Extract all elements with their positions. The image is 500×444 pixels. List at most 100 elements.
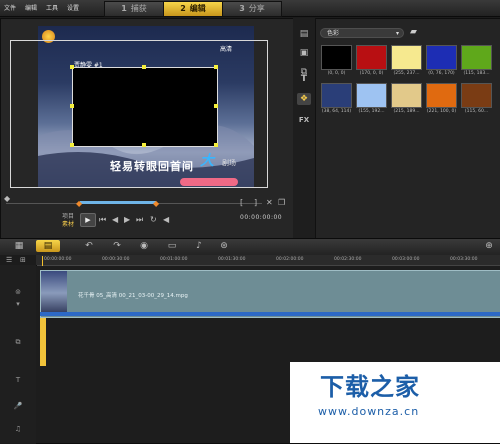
swatch-label: (170, 0, 0)	[359, 71, 384, 76]
ruler-tick-label: 00:01:30:00	[218, 257, 246, 262]
color-swatch[interactable]	[391, 45, 422, 70]
trim-end-handle-icon[interactable]: ◆	[153, 199, 159, 208]
music-track-icon[interactable]: ♫	[6, 425, 30, 433]
prev-frame-icon[interactable]: ◀	[112, 215, 118, 224]
clip-audio-bar	[40, 312, 500, 316]
resize-handle[interactable]	[214, 104, 218, 108]
overlay-track[interactable]	[36, 318, 500, 367]
swatch-label: (255, 237...	[393, 71, 420, 76]
overlay-color-clip[interactable]	[72, 67, 218, 147]
resize-handle[interactable]	[214, 143, 218, 147]
ruler-tick-label: 00:02:00:00	[276, 257, 304, 262]
swatch-label: (115, 183...	[463, 71, 490, 76]
swatch-label: (0, 76, 170)	[428, 71, 455, 76]
instant-project-icon[interactable]: ▣	[297, 47, 311, 59]
zoom-icon[interactable]: ⊕	[480, 240, 498, 252]
voice-track-icon[interactable]: 🎤	[6, 402, 30, 410]
color-swatch[interactable]	[461, 83, 492, 108]
category-label: 色彩	[327, 30, 340, 37]
go-start-icon[interactable]: ⏮	[99, 215, 106, 225]
overlay-clip[interactable]	[40, 318, 46, 366]
step-label: 编辑	[189, 4, 206, 13]
graphic-icon[interactable]: ❖	[297, 93, 311, 105]
watermark-title: 下载之家	[320, 373, 420, 401]
brand-sub: 剧场	[222, 159, 236, 167]
timeline-toolbar	[0, 238, 500, 255]
color-swatch[interactable]	[391, 83, 422, 108]
ruler-tick-label: 00:03:30:00	[450, 257, 478, 262]
filter-icon[interactable]: FX	[297, 114, 311, 126]
mark-out-icon[interactable]: ]	[254, 198, 257, 207]
menu-edit[interactable]: 编辑	[25, 3, 37, 12]
resize-handle[interactable]	[142, 143, 146, 147]
step-edit[interactable]: 2 编辑	[163, 1, 223, 17]
step-label: 捕获	[130, 4, 147, 13]
undo-icon[interactable]: ↶	[80, 240, 98, 252]
swatch-label: (221, 100, 0)	[426, 109, 457, 114]
color-swatch[interactable]	[426, 45, 457, 70]
swatch-label: (215, 189...	[393, 109, 420, 114]
color-swatch[interactable]	[426, 83, 457, 108]
color-swatch[interactable]	[321, 83, 352, 108]
step-label: 分享	[248, 4, 265, 13]
video-track-icon[interactable]: ⊚	[6, 288, 30, 296]
folder-icon[interactable]: ▰	[410, 27, 420, 37]
next-frame-icon[interactable]: ▶	[124, 215, 130, 224]
resize-handle[interactable]	[70, 65, 74, 69]
brand-logo: 大	[200, 153, 214, 169]
chevron-down-icon: ▾	[395, 30, 399, 37]
swatch-label: (38, 64, 114)	[321, 109, 352, 114]
clip-thumbnail	[41, 271, 67, 315]
color-swatch[interactable]	[461, 45, 492, 70]
record-capture-icon[interactable]: ◉	[135, 240, 153, 252]
color-swatch[interactable]	[356, 45, 387, 70]
resize-handle[interactable]	[70, 104, 74, 108]
track-visibility-icon[interactable]: ▾	[6, 300, 30, 308]
clip-mode-label[interactable]: 素材	[62, 219, 74, 228]
trim-range[interactable]	[80, 201, 156, 204]
color-swatch[interactable]	[321, 45, 352, 70]
ruler-tick-label: 00:00:30:00	[102, 257, 130, 262]
play-button[interactable]: ▶	[80, 213, 96, 227]
storyboard-view-icon[interactable]: ▦	[10, 240, 28, 252]
media-icon[interactable]: ▤	[297, 28, 311, 40]
ruler-tick-label: 00:00:00:00	[44, 257, 72, 262]
clip-name: 花千骨 05_高清 00_21_03-00_29_14.mpg	[78, 293, 188, 299]
title-icon[interactable]: T	[297, 73, 311, 85]
menu-tools[interactable]: 工具	[46, 3, 58, 12]
redo-icon[interactable]: ↷	[108, 240, 126, 252]
menu-settings[interactable]: 设置	[67, 3, 79, 12]
timeline-view-icon[interactable]: ▤	[36, 240, 60, 252]
trim-start-handle-icon[interactable]: ◆	[76, 199, 82, 208]
resize-handle[interactable]	[142, 65, 146, 69]
timecode-display[interactable]: 00:00:00:00	[240, 214, 282, 221]
sound-mixer-icon[interactable]: ▭	[163, 240, 181, 252]
split-icon[interactable]: ✕	[266, 198, 273, 207]
swatch-label: (115, 60...	[464, 109, 489, 114]
menu-file[interactable]: 文件	[4, 3, 16, 12]
pink-bar	[180, 178, 238, 186]
motion-track-icon[interactable]: ⊛	[215, 240, 233, 252]
go-end-icon[interactable]: ⏭	[136, 215, 143, 225]
add-marker-icon[interactable]: ⊞	[20, 256, 26, 264]
copy-icon[interactable]: ❐	[278, 198, 285, 207]
library-category-dropdown[interactable]: 色彩 ▾	[320, 28, 404, 38]
auto-music-icon[interactable]: ♪	[190, 240, 208, 252]
step-share[interactable]: 3 分享	[222, 1, 282, 17]
volume-icon[interactable]: ◀	[163, 215, 169, 224]
repeat-icon[interactable]: ↻	[150, 215, 157, 224]
video-subtitle: 轻易转眼回首间	[110, 160, 194, 173]
color-swatch[interactable]	[356, 83, 387, 108]
overlay-track-icon[interactable]: ⧉	[6, 338, 30, 347]
ruler-tick-label: 00:02:30:00	[334, 257, 362, 262]
scrubber-thumb-icon[interactable]: ◆	[4, 194, 10, 203]
mark-in-icon[interactable]: [	[240, 198, 243, 207]
step-number: 2	[180, 4, 186, 13]
resize-handle[interactable]	[214, 65, 218, 69]
title-track-icon[interactable]: T	[6, 376, 30, 384]
swatch-label: (0, 0, 0)	[327, 71, 346, 76]
track-manager-icon[interactable]: ☰	[6, 256, 12, 264]
resize-handle[interactable]	[70, 143, 74, 147]
step-number: 1	[121, 4, 127, 13]
step-capture[interactable]: 1 捕获	[104, 1, 164, 17]
